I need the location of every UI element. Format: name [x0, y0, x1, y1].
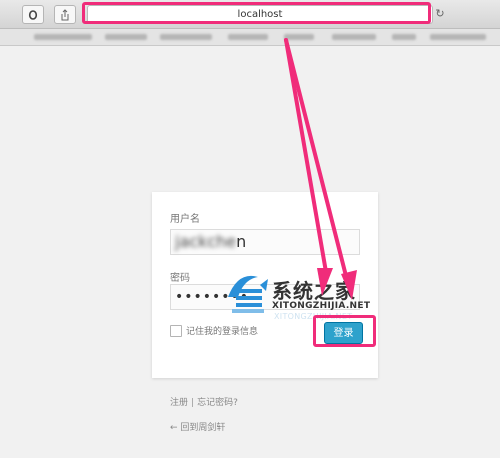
arrow-line-right [284, 38, 348, 278]
arrow-line-left [284, 38, 328, 274]
annotation-arrows [284, 38, 357, 300]
arrow-head-right [341, 270, 357, 300]
arrow-head-left [317, 268, 333, 296]
